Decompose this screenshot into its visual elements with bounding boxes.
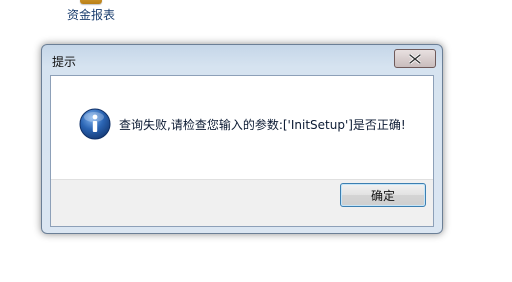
desktop-shortcut-label: 资金报表 (66, 8, 115, 22)
dialog-footer: 确定 (51, 179, 433, 226)
ok-button[interactable]: 确定 (340, 183, 426, 207)
close-button[interactable] (394, 49, 436, 68)
message-dialog: 提示 查询失败,请检查您输入的参数:['InitSetup']是否正确! 确定 (41, 44, 443, 234)
desktop-shortcut[interactable]: 资金报表 (60, 0, 122, 26)
close-icon (409, 53, 421, 64)
dialog-client-area: 查询失败,请检查您输入的参数:['InitSetup']是否正确! 确定 (50, 75, 434, 227)
dialog-content: 查询失败,请检查您输入的参数:['InitSetup']是否正确! (51, 76, 433, 179)
dialog-message: 查询失败,请检查您输入的参数:['InitSetup']是否正确! (119, 118, 406, 132)
dialog-title: 提示 (52, 55, 77, 69)
folder-icon (80, 0, 102, 4)
info-icon (79, 108, 111, 140)
dialog-titlebar[interactable]: 提示 (42, 45, 442, 75)
